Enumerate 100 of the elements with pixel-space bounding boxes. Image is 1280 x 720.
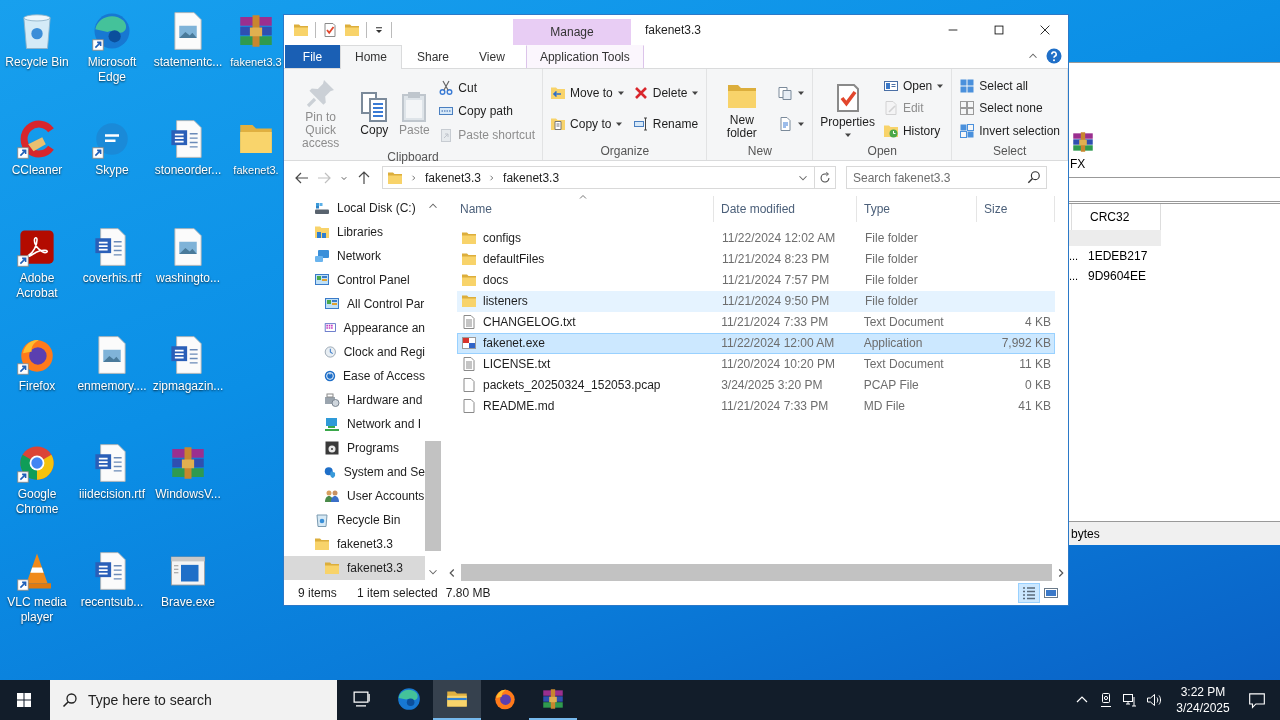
notification-icon[interactable]	[1248, 691, 1266, 709]
file-row[interactable]: configs 11/22/2024 12:02 AM File folder	[457, 227, 1055, 249]
network-icon[interactable]	[1122, 692, 1138, 708]
help-icon[interactable]	[1046, 48, 1062, 65]
ribbon-button[interactable]: Cut	[435, 78, 539, 97]
type-cell-text: Text Document	[862, 357, 945, 372]
desktop-icon[interactable]: Brave.exe	[150, 544, 226, 652]
file-name: README.md	[483, 399, 555, 414]
type-cell-text: File folder	[864, 294, 919, 309]
file-name: listeners	[483, 294, 528, 309]
file-row[interactable]: README.md 11/21/2024 7:33 PM MD File 41 KB	[457, 395, 1055, 417]
ribbon-button[interactable]: Move to	[547, 83, 628, 102]
desktop-icon[interactable]: VLC media player	[0, 544, 74, 652]
ribbon-button[interactable]: Invert selection	[956, 121, 1063, 140]
invert-selection-icon	[959, 122, 976, 139]
date-cell-text: 11/22/2024 12:02 AM	[721, 231, 837, 246]
windows-logo-icon[interactable]	[16, 692, 32, 708]
ribbon-button[interactable]: History	[879, 121, 948, 140]
ribbon-button[interactable]: Select none	[956, 99, 1063, 118]
desktop-icon[interactable]: Google Chrome	[0, 436, 74, 544]
view-button[interactable]	[1018, 583, 1040, 604]
window-title: fakenet3.3	[644, 21, 703, 39]
group-label: Open	[866, 143, 898, 158]
ribbon-button[interactable]: Delete	[629, 83, 703, 102]
ribbon-tab[interactable]: Home	[340, 44, 402, 69]
file-row[interactable]: defaultFiles 11/21/2024 8:23 PM File folder	[457, 248, 1055, 270]
up-arrow-icon[interactable]	[356, 169, 372, 186]
scrollbar-thumb[interactable]	[461, 564, 1052, 582]
size-cell-text: 41 KB	[1017, 399, 1052, 414]
file-row[interactable]: listeners 11/21/2024 9:50 PM File folder	[457, 290, 1055, 312]
column-header[interactable]: Size	[977, 195, 1055, 222]
ribbon-button[interactable]: Open	[879, 77, 948, 96]
address-bar[interactable]: fakenet3.3 fakenet3.3	[382, 166, 815, 190]
tree-item[interactable]: System and Se	[284, 459, 425, 484]
ribbon-button[interactable]: New folder	[711, 76, 773, 141]
tree-item[interactable]: Local Disk (C:)	[284, 195, 425, 220]
tree-item[interactable]: fakenet3.3	[284, 555, 425, 580]
search-icon	[1027, 170, 1041, 185]
toolbar-label[interactable]: FX	[1070, 157, 1086, 171]
taskbar-app[interactable]	[433, 680, 481, 720]
ribbon-button[interactable]: Rename	[629, 115, 703, 134]
ribbon-button[interactable]: Copy to	[547, 115, 628, 134]
tree-item[interactable]: fakenet3.3	[284, 531, 425, 556]
type-cell-text: File folder	[864, 252, 919, 267]
ribbon-button[interactable]: Properties	[817, 77, 878, 139]
breadcrumb[interactable]: fakenet3.3	[503, 170, 560, 185]
file-name: defaultFiles	[483, 252, 545, 267]
tree-item[interactable]: Libraries	[284, 219, 425, 244]
scrollbar-thumb[interactable]	[425, 440, 441, 551]
maximize-icon[interactable]	[992, 22, 1006, 37]
ribbon-button[interactable]: Select all	[956, 77, 1063, 96]
ribbon-tab[interactable]: Share	[402, 44, 465, 68]
device-icon[interactable]	[1098, 692, 1114, 708]
group-label: Clipboard	[386, 149, 440, 164]
ribbon-tab[interactable]: Application Tools	[525, 44, 644, 68]
task-view-icon[interactable]	[351, 689, 371, 709]
select-all-icon	[959, 78, 976, 95]
tree-item[interactable]: Hardware and	[284, 387, 425, 412]
file-menu-button[interactable]: File	[285, 44, 340, 68]
tree-item[interactable]: Control Panel	[284, 267, 425, 292]
column-header[interactable]: Type	[857, 195, 977, 222]
search-field[interactable]: Search fakenet3.3	[846, 166, 1047, 190]
tree-item[interactable]: Network and I	[284, 411, 425, 436]
date-cell-text: 11/21/2024 7:33 PM	[720, 399, 830, 414]
breadcrumb[interactable]: fakenet3.3	[425, 170, 482, 185]
file-row[interactable]: CHANGELOG.txt 11/21/2024 7:33 PM Text Document 4 KB	[457, 311, 1055, 333]
properties-icon[interactable]	[322, 21, 338, 38]
new-item-icon	[777, 84, 794, 101]
tree-item[interactable]: Ease of Access	[284, 363, 425, 388]
speaker-icon[interactable]	[1146, 692, 1162, 708]
archive-icon[interactable]	[1070, 129, 1096, 155]
tree-item[interactable]: All Control Par	[284, 291, 425, 316]
monitor-icon	[324, 415, 340, 432]
ribbon-button[interactable]: Copy path	[435, 102, 539, 121]
ribbon-button[interactable]: Copy	[355, 85, 394, 137]
taskbar-search-field[interactable]: Type here to search	[50, 680, 337, 720]
file-row[interactable]: packets_20250324_152053.pcap 3/24/2025 3:20 PM PCAP File 0 KB	[457, 374, 1055, 396]
file-row[interactable]: docs 11/21/2024 7:57 PM File folder	[457, 269, 1055, 291]
delete-icon	[632, 84, 649, 101]
type-cell-text: File folder	[864, 231, 919, 246]
ribbon-tab[interactable]: View	[464, 44, 520, 68]
file-row[interactable]: fakenet.exe 11/22/2024 12:00 AM Application 7,992 KB	[457, 332, 1055, 354]
tree-item[interactable]: Recycle Bin	[284, 507, 425, 532]
tree-item[interactable]: Appearance an	[284, 315, 425, 340]
tree-item[interactable]: Network	[284, 243, 425, 268]
clock-time[interactable]: 3:22 PM	[1180, 684, 1226, 700]
tree-item[interactable]: User Accounts	[284, 483, 425, 508]
column-header[interactable]: Name	[457, 195, 714, 222]
desktop-icon[interactable]: WindowsV...	[150, 436, 226, 544]
column-header[interactable]: Date modified	[714, 195, 857, 222]
desktop-icon[interactable]: recentsub...	[74, 544, 150, 652]
desktop-icon[interactable]: iiidecision.rtf	[74, 436, 150, 544]
tree-item[interactable]: Clock and Regi	[284, 339, 425, 364]
file-row[interactable]: LICENSE.txt 11/20/2024 10:20 PM Text Document 11 KB	[457, 353, 1055, 375]
date-cell-text: 11/20/2024 10:20 PM	[720, 357, 836, 372]
refresh-icon[interactable]	[818, 170, 832, 185]
control-panel-icon	[324, 295, 340, 312]
type-cell-text: Text Document	[862, 315, 945, 330]
tree-item[interactable]: Programs	[284, 435, 425, 460]
clock-date[interactable]: 3/24/2025	[1176, 700, 1230, 716]
